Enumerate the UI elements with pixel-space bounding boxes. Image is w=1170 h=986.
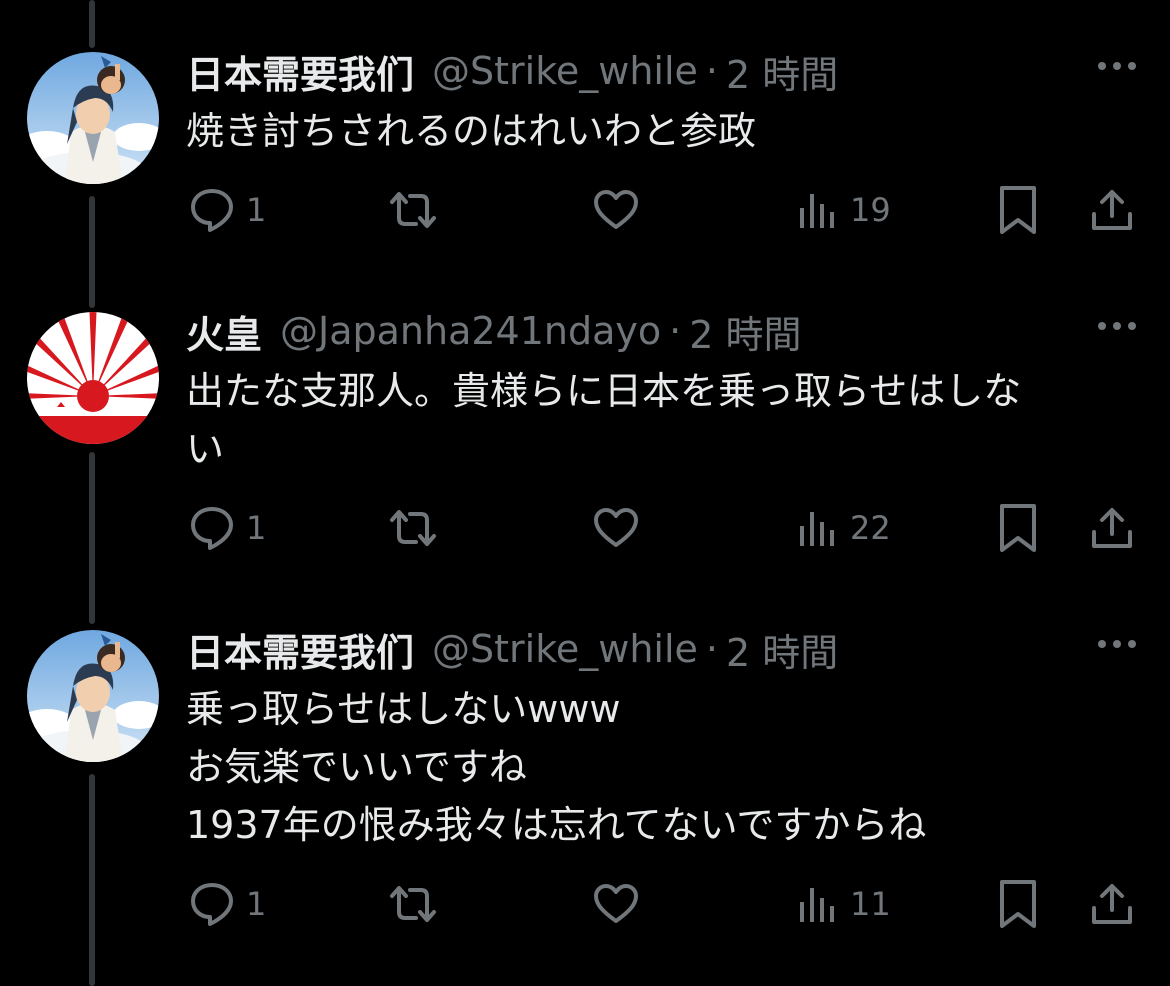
views-icon	[800, 194, 834, 228]
views-icon	[800, 888, 834, 922]
retweet-icon	[390, 886, 436, 922]
thread: 日本需要我们 @Strike_while · 2 時間 焼き討ちされるのはれいわ…	[0, 0, 1170, 986]
reply-icon	[191, 507, 233, 550]
bookmark-button[interactable]	[996, 876, 1040, 932]
reply-button[interactable]: 1	[188, 876, 266, 932]
reply-count: 1	[246, 509, 267, 547]
separator-dot: ·	[669, 309, 682, 353]
like-button[interactable]	[592, 500, 640, 556]
heart-icon	[594, 508, 638, 547]
thread-line-top	[89, 0, 95, 48]
bookmark-icon	[1000, 880, 1036, 928]
bookmark-button[interactable]	[996, 182, 1040, 238]
bookmark-icon	[1000, 504, 1036, 552]
separator-dot: ·	[705, 627, 718, 671]
tweet-text-line: 乗っ取らせはしないwww	[186, 687, 621, 731]
views-button[interactable]: 19	[796, 182, 891, 238]
avatar[interactable]	[27, 630, 159, 762]
user-handle[interactable]: @Strike_while	[432, 627, 698, 671]
share-icon	[1092, 508, 1132, 548]
tweet-text-line: お気楽でいいですね	[186, 745, 527, 789]
timestamp[interactable]: 2 時間	[726, 44, 838, 99]
retweet-button[interactable]	[386, 182, 440, 238]
reply-button[interactable]: 1	[188, 500, 266, 556]
tweet-text-line: 1937年の恨み我々は忘れてないですからね	[186, 803, 927, 847]
tweet-text-line: 出たな支那人。貴様らに日本を乗っ取らせはしな	[186, 369, 1022, 413]
retweet-button[interactable]	[386, 876, 440, 932]
tweet-text: 乗っ取らせはしないwww お気楽でいいですね 1937年の恨み我々は忘れてないで…	[186, 680, 1130, 854]
tweet-actions: 1 19	[0, 182, 1170, 238]
more-options-icon[interactable]	[1096, 634, 1138, 654]
reply-icon	[191, 189, 233, 232]
display-name[interactable]: 火皇	[186, 304, 262, 359]
tweet-actions: 1 22	[0, 500, 1170, 556]
tweet[interactable]: 日本需要我们 @Strike_while · 2 時間 乗っ取らせはしないwww…	[0, 624, 1170, 944]
views-button[interactable]: 11	[796, 876, 891, 932]
user-handle[interactable]: @Strike_while	[432, 49, 698, 93]
reply-count: 1	[246, 191, 267, 229]
display-name[interactable]: 日本需要我们	[186, 622, 414, 677]
views-button[interactable]: 22	[796, 500, 891, 556]
bookmark-icon	[1000, 186, 1036, 234]
retweet-icon	[390, 510, 436, 546]
share-button[interactable]	[1088, 182, 1136, 238]
heart-icon	[594, 884, 638, 923]
share-icon	[1092, 190, 1132, 230]
tweet-header: 火皇 @Japanha241ndayo · 2 時間	[186, 304, 802, 359]
timestamp[interactable]: 2 時間	[726, 622, 838, 677]
tweet-text: 出たな支那人。貴様らに日本を乗っ取らせはしな い	[186, 362, 1130, 478]
tweet[interactable]: 日本需要我们 @Strike_while · 2 時間 焼き討ちされるのはれいわ…	[0, 46, 1170, 266]
tweet-header: 日本需要我们 @Strike_while · 2 時間	[186, 44, 838, 99]
view-count: 11	[850, 885, 891, 923]
tweet-text-line: 焼き討ちされるのはれいわと参政	[186, 109, 757, 153]
tweet-text: 焼き討ちされるのはれいわと参政	[186, 102, 1130, 160]
more-options-icon[interactable]	[1096, 56, 1138, 76]
retweet-button[interactable]	[386, 500, 440, 556]
tweet-header: 日本需要我们 @Strike_while · 2 時間	[186, 622, 838, 677]
tweet-text-line: い	[186, 427, 225, 471]
like-button[interactable]	[592, 182, 640, 238]
heart-icon	[594, 190, 638, 229]
view-count: 22	[850, 509, 891, 547]
retweet-icon	[390, 192, 436, 228]
tweet-actions: 1 11	[0, 876, 1170, 932]
reply-button[interactable]: 1	[188, 182, 266, 238]
user-handle[interactable]: @Japanha241ndayo	[280, 309, 661, 353]
share-button[interactable]	[1088, 500, 1136, 556]
avatar[interactable]	[27, 52, 159, 184]
views-icon	[800, 512, 834, 546]
separator-dot: ·	[705, 49, 718, 93]
view-count: 19	[850, 191, 891, 229]
like-button[interactable]	[592, 876, 640, 932]
timestamp[interactable]: 2 時間	[689, 304, 801, 359]
display-name[interactable]: 日本需要我们	[186, 44, 414, 99]
share-icon	[1092, 884, 1132, 924]
avatar[interactable]	[27, 312, 159, 444]
tweet[interactable]: 火皇 @Japanha241ndayo · 2 時間 出たな支那人。貴様らに日本…	[0, 306, 1170, 566]
bookmark-button[interactable]	[996, 500, 1040, 556]
reply-icon	[191, 883, 233, 926]
share-button[interactable]	[1088, 876, 1136, 932]
reply-count: 1	[246, 885, 267, 923]
more-options-icon[interactable]	[1096, 316, 1138, 336]
